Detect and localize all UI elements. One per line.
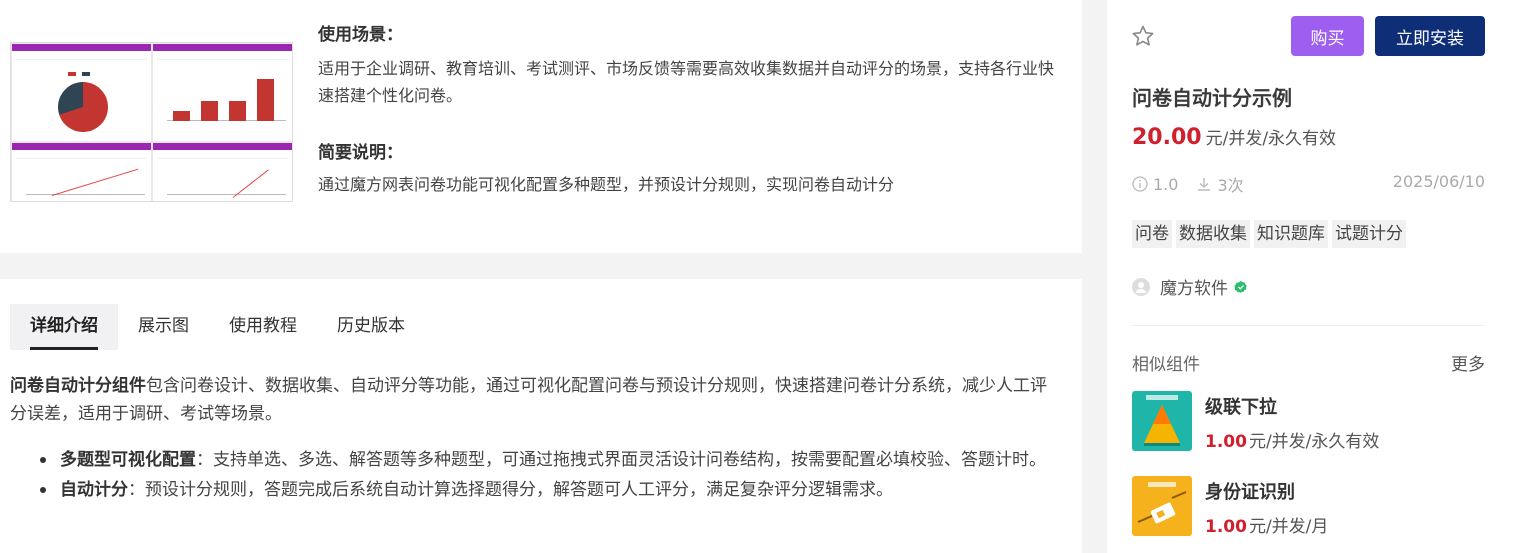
product-title: 问卷自动计分示例 bbox=[1132, 86, 1292, 110]
similar-name: 身份证识别 bbox=[1205, 482, 1295, 503]
tab-tutorial[interactable]: 使用教程 bbox=[209, 304, 317, 350]
tab-screenshots[interactable]: 展示图 bbox=[118, 304, 209, 350]
feature-text: ：预设计分规则，答题完成后系统自动计算选择题得分，解答题可人工评分，满足复杂评分… bbox=[128, 480, 893, 500]
author-row[interactable]: 魔方软件 bbox=[1132, 274, 1248, 299]
meta-row: 1.0 3次 bbox=[1132, 172, 1248, 196]
thumb-pie-panel bbox=[12, 44, 151, 141]
download-count: 3次 bbox=[1217, 176, 1244, 195]
author-name: 魔方软件 bbox=[1160, 279, 1228, 299]
release-date: 2025/06/10 bbox=[1392, 172, 1485, 191]
usage-title: 使用场景： bbox=[318, 25, 403, 45]
similar-price: 1.00 元/并发/月 bbox=[1205, 512, 1328, 537]
idcard-thumbnail bbox=[1132, 476, 1192, 536]
feature-item: 多题型可视化配置：支持单选、多选、解答题等多种题型，可通过拖拽式界面灵活设计问卷… bbox=[40, 446, 1050, 474]
similar-name: 级联下拉 bbox=[1205, 397, 1277, 418]
brief-title: 简要说明： bbox=[318, 143, 403, 163]
price-value: 20.00 bbox=[1132, 125, 1202, 150]
feature-bold: 多题型可视化配置 bbox=[60, 450, 196, 470]
similar-price-unit: 元/并发/永久有效 bbox=[1248, 432, 1380, 452]
tag-item[interactable]: 数据收集 bbox=[1176, 220, 1250, 248]
tag-item[interactable]: 试题计分 bbox=[1332, 220, 1406, 248]
tag-item[interactable]: 问卷 bbox=[1132, 220, 1172, 248]
tag-list: 问卷 数据收集 知识题库 试题计分 bbox=[1132, 220, 1410, 248]
download-icon bbox=[1198, 178, 1211, 191]
feature-bold: 自动计分 bbox=[60, 480, 128, 500]
thumb-line-panel-2 bbox=[153, 143, 292, 201]
tab-detail[interactable]: 详细介绍 bbox=[10, 304, 118, 350]
similar-item[interactable]: 身份证识别 1.00 元/并发/月 bbox=[1132, 476, 1328, 537]
intro-text: 包含问卷设计、数据收集、自动评分等功能，通过可视化配置问卷与预设计分规则，快速搭… bbox=[10, 376, 1047, 424]
install-button[interactable]: 立即安装 bbox=[1375, 16, 1485, 56]
brief-text: 通过魔方网表问卷功能可视化配置多种题型，并预设计分规则，实现问卷自动计分 bbox=[318, 175, 895, 194]
usage-text: 适用于企业调研、教育培训、考试测评、市场反馈等需要高效收集数据并自动评分的场景，… bbox=[318, 59, 1055, 105]
pyramid-icon bbox=[1144, 405, 1180, 446]
preview-thumbnail[interactable] bbox=[10, 42, 293, 202]
similar-price: 1.00 元/并发/永久有效 bbox=[1205, 427, 1379, 452]
feature-text: ：支持单选、多选、解答题等多种题型，可通过拖拽式界面灵活设计问卷结构，按需要配置… bbox=[196, 450, 1046, 470]
similar-price-value: 1.00 bbox=[1205, 432, 1247, 452]
feature-item: 自动计分：预设计分规则，答题完成后系统自动计算选择题得分，解答题可人工评分，满足… bbox=[40, 476, 1050, 504]
similar-price-value: 1.00 bbox=[1205, 517, 1247, 537]
similar-item[interactable]: 级联下拉 1.00 元/并发/永久有效 bbox=[1132, 391, 1379, 452]
avatar bbox=[1132, 277, 1150, 296]
pyramid-thumbnail bbox=[1132, 391, 1192, 451]
summary-card: 使用场景： 适用于企业调研、教育培训、考试测评、市场反馈等需要高效收集数据并自动… bbox=[0, 0, 1082, 253]
similar-price-unit: 元/并发/月 bbox=[1248, 517, 1329, 537]
intro-paragraph: 问卷自动计分组件包含问卷设计、数据收集、自动评分等功能，通过可视化配置问卷与预设… bbox=[10, 372, 1050, 428]
intro-bold: 问卷自动计分组件 bbox=[10, 376, 146, 396]
product-sidebar: 购买 立即安装 问卷自动计分示例 20.00 元/并发/永久有效 1.0 3次 2… bbox=[1107, 0, 1524, 553]
info-icon bbox=[1132, 176, 1148, 192]
divider bbox=[1132, 325, 1485, 326]
buy-button[interactable]: 购买 bbox=[1291, 16, 1364, 56]
price-row: 20.00 元/并发/永久有效 bbox=[1132, 124, 1336, 150]
thumb-bar-panel bbox=[153, 44, 292, 141]
version-text: 1.0 bbox=[1153, 174, 1179, 194]
star-icon[interactable] bbox=[1131, 24, 1155, 48]
tab-history[interactable]: 历史版本 bbox=[317, 304, 425, 350]
price-unit: 元/并发/永久有效 bbox=[1205, 129, 1337, 149]
more-link[interactable]: 更多 bbox=[1451, 350, 1485, 375]
thumb-line-panel bbox=[12, 143, 151, 201]
similar-title: 相似组件 bbox=[1132, 355, 1200, 375]
user-icon bbox=[1135, 281, 1147, 293]
feature-list: 多题型可视化配置：支持单选、多选、解答题等多种题型，可通过拖拽式界面灵活设计问卷… bbox=[40, 446, 1050, 506]
idcard-icon bbox=[1137, 491, 1187, 524]
verified-icon bbox=[1234, 280, 1247, 293]
detail-tabs: 详细介绍 展示图 使用教程 历史版本 bbox=[10, 304, 425, 350]
tag-item[interactable]: 知识题库 bbox=[1254, 220, 1328, 248]
